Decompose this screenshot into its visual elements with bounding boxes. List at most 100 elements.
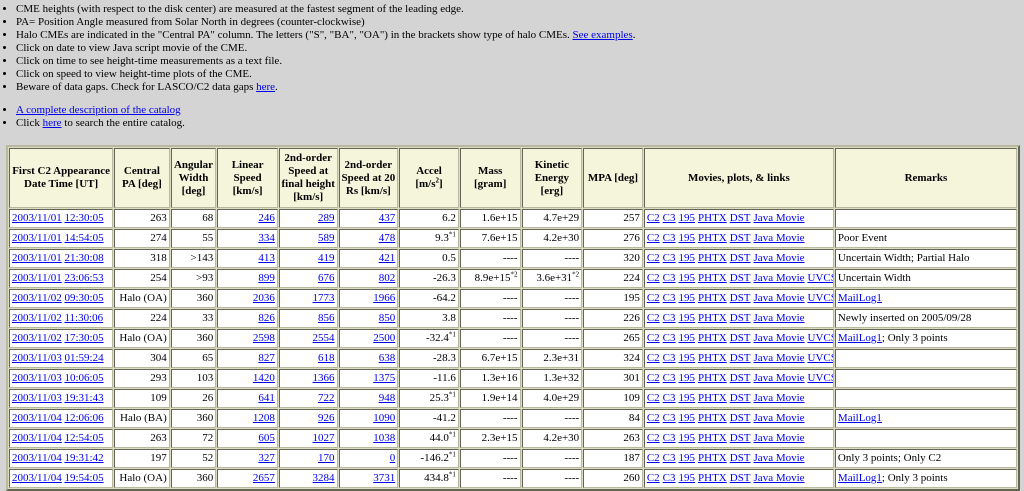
time-link[interactable]: 01:59:24 bbox=[64, 352, 103, 364]
movie-link-c2[interactable]: C2 bbox=[647, 272, 660, 284]
speed-20rs-link[interactable]: 638 bbox=[379, 352, 396, 364]
movie-link-195[interactable]: 195 bbox=[679, 332, 696, 344]
speed-20rs-link[interactable]: 1038 bbox=[373, 432, 395, 444]
speed-final-link[interactable]: 170 bbox=[318, 452, 335, 464]
movie-link-195[interactable]: 195 bbox=[679, 292, 696, 304]
speed-final-link[interactable]: 589 bbox=[318, 232, 335, 244]
movie-link-phtx[interactable]: PHTX bbox=[698, 392, 727, 404]
movie-link-195[interactable]: 195 bbox=[679, 312, 696, 324]
movie-link-uvcs[interactable]: UVCS bbox=[808, 352, 833, 364]
date-link[interactable]: 2003/11/02 bbox=[12, 312, 62, 324]
movie-link-195[interactable]: 195 bbox=[679, 212, 696, 224]
movie-link-195[interactable]: 195 bbox=[679, 452, 696, 464]
movie-link-phtx[interactable]: PHTX bbox=[698, 412, 727, 424]
time-link[interactable]: 12:54:05 bbox=[64, 432, 103, 444]
movie-link-c3[interactable]: C3 bbox=[663, 352, 676, 364]
date-link[interactable]: 2003/11/03 bbox=[12, 392, 62, 404]
movie-link-c2[interactable]: C2 bbox=[647, 412, 660, 424]
notes2-link[interactable]: here bbox=[43, 117, 62, 129]
movie-link-uvcs[interactable]: UVCS bbox=[808, 292, 833, 304]
movie-link-c3[interactable]: C3 bbox=[663, 272, 676, 284]
movie-link-195[interactable]: 195 bbox=[679, 252, 696, 264]
movie-link-phtx[interactable]: PHTX bbox=[698, 452, 727, 464]
movie-link-uvcs[interactable]: UVCS bbox=[808, 332, 833, 344]
time-link[interactable]: 09:30:05 bbox=[64, 292, 103, 304]
movie-link-java-movie[interactable]: Java Movie bbox=[754, 452, 805, 464]
linear-speed-link[interactable]: 641 bbox=[258, 392, 275, 404]
movie-link-phtx[interactable]: PHTX bbox=[698, 312, 727, 324]
linear-speed-link[interactable]: 413 bbox=[258, 252, 275, 264]
movie-link-java-movie[interactable]: Java Movie bbox=[754, 212, 805, 224]
speed-20rs-link[interactable]: 1090 bbox=[373, 412, 395, 424]
movie-link-java-movie[interactable]: Java Movie bbox=[754, 412, 805, 424]
movie-link-java-movie[interactable]: Java Movie bbox=[754, 232, 805, 244]
movie-link-dst[interactable]: DST bbox=[730, 352, 751, 364]
movie-link-phtx[interactable]: PHTX bbox=[698, 432, 727, 444]
linear-speed-link[interactable]: 327 bbox=[258, 452, 275, 464]
date-link[interactable]: 2003/11/04 bbox=[12, 432, 62, 444]
time-link[interactable]: 21:30:08 bbox=[64, 252, 103, 264]
maillog-link[interactable]: MailLog1 bbox=[838, 412, 882, 424]
date-link[interactable]: 2003/11/01 bbox=[12, 212, 62, 224]
movie-link-195[interactable]: 195 bbox=[679, 272, 696, 284]
linear-speed-link[interactable]: 2036 bbox=[253, 292, 275, 304]
linear-speed-link[interactable]: 2657 bbox=[253, 472, 275, 484]
time-link[interactable]: 19:54:05 bbox=[64, 472, 103, 484]
linear-speed-link[interactable]: 826 bbox=[258, 312, 275, 324]
movie-link-phtx[interactable]: PHTX bbox=[698, 332, 727, 344]
speed-20rs-link[interactable]: 3731 bbox=[373, 472, 395, 484]
movie-link-195[interactable]: 195 bbox=[679, 372, 696, 384]
date-link[interactable]: 2003/11/02 bbox=[12, 332, 62, 344]
movie-link-java-movie[interactable]: Java Movie bbox=[754, 372, 805, 384]
movie-link-java-movie[interactable]: Java Movie bbox=[754, 292, 805, 304]
time-link[interactable]: 19:31:43 bbox=[64, 392, 103, 404]
movie-link-phtx[interactable]: PHTX bbox=[698, 352, 727, 364]
speed-20rs-link[interactable]: 478 bbox=[379, 232, 396, 244]
movie-link-dst[interactable]: DST bbox=[730, 472, 751, 484]
movie-link-dst[interactable]: DST bbox=[730, 252, 751, 264]
movie-link-c3[interactable]: C3 bbox=[663, 472, 676, 484]
movie-link-java-movie[interactable]: Java Movie bbox=[754, 432, 805, 444]
time-link[interactable]: 19:31:42 bbox=[64, 452, 103, 464]
speed-20rs-link[interactable]: 421 bbox=[379, 252, 396, 264]
movie-link-c2[interactable]: C2 bbox=[647, 252, 660, 264]
speed-20rs-link[interactable]: 1966 bbox=[373, 292, 395, 304]
movie-link-c2[interactable]: C2 bbox=[647, 352, 660, 364]
speed-final-link[interactable]: 676 bbox=[318, 272, 335, 284]
movie-link-c3[interactable]: C3 bbox=[663, 432, 676, 444]
linear-speed-link[interactable]: 246 bbox=[258, 212, 275, 224]
movie-link-c3[interactable]: C3 bbox=[663, 452, 676, 464]
maillog-link[interactable]: MailLog1 bbox=[838, 332, 882, 344]
movie-link-dst[interactable]: DST bbox=[730, 412, 751, 424]
movie-link-dst[interactable]: DST bbox=[730, 372, 751, 384]
movie-link-195[interactable]: 195 bbox=[679, 412, 696, 424]
movie-link-java-movie[interactable]: Java Movie bbox=[754, 472, 805, 484]
movie-link-dst[interactable]: DST bbox=[730, 452, 751, 464]
time-link[interactable]: 10:06:05 bbox=[64, 372, 103, 384]
movie-link-c2[interactable]: C2 bbox=[647, 232, 660, 244]
movie-link-c3[interactable]: C3 bbox=[663, 252, 676, 264]
linear-speed-link[interactable]: 1208 bbox=[253, 412, 275, 424]
movie-link-c3[interactable]: C3 bbox=[663, 412, 676, 424]
notes2-link[interactable]: A complete description of the catalog bbox=[16, 104, 181, 116]
movie-link-phtx[interactable]: PHTX bbox=[698, 212, 727, 224]
date-link[interactable]: 2003/11/03 bbox=[12, 352, 62, 364]
linear-speed-link[interactable]: 605 bbox=[258, 432, 275, 444]
speed-20rs-link[interactable]: 2500 bbox=[373, 332, 395, 344]
time-link[interactable]: 11:30:06 bbox=[64, 312, 103, 324]
speed-20rs-link[interactable]: 850 bbox=[379, 312, 396, 324]
movie-link-dst[interactable]: DST bbox=[730, 272, 751, 284]
movie-link-195[interactable]: 195 bbox=[679, 352, 696, 364]
speed-20rs-link[interactable]: 948 bbox=[379, 392, 396, 404]
movie-link-c3[interactable]: C3 bbox=[663, 212, 676, 224]
movie-link-phtx[interactable]: PHTX bbox=[698, 252, 727, 264]
linear-speed-link[interactable]: 2598 bbox=[253, 332, 275, 344]
linear-speed-link[interactable]: 334 bbox=[258, 232, 275, 244]
linear-speed-link[interactable]: 1420 bbox=[253, 372, 275, 384]
notes-link[interactable]: See examples bbox=[573, 29, 633, 41]
speed-final-link[interactable]: 3284 bbox=[313, 472, 335, 484]
movie-link-c3[interactable]: C3 bbox=[663, 232, 676, 244]
movie-link-dst[interactable]: DST bbox=[730, 332, 751, 344]
movie-link-195[interactable]: 195 bbox=[679, 432, 696, 444]
movie-link-java-movie[interactable]: Java Movie bbox=[754, 272, 805, 284]
